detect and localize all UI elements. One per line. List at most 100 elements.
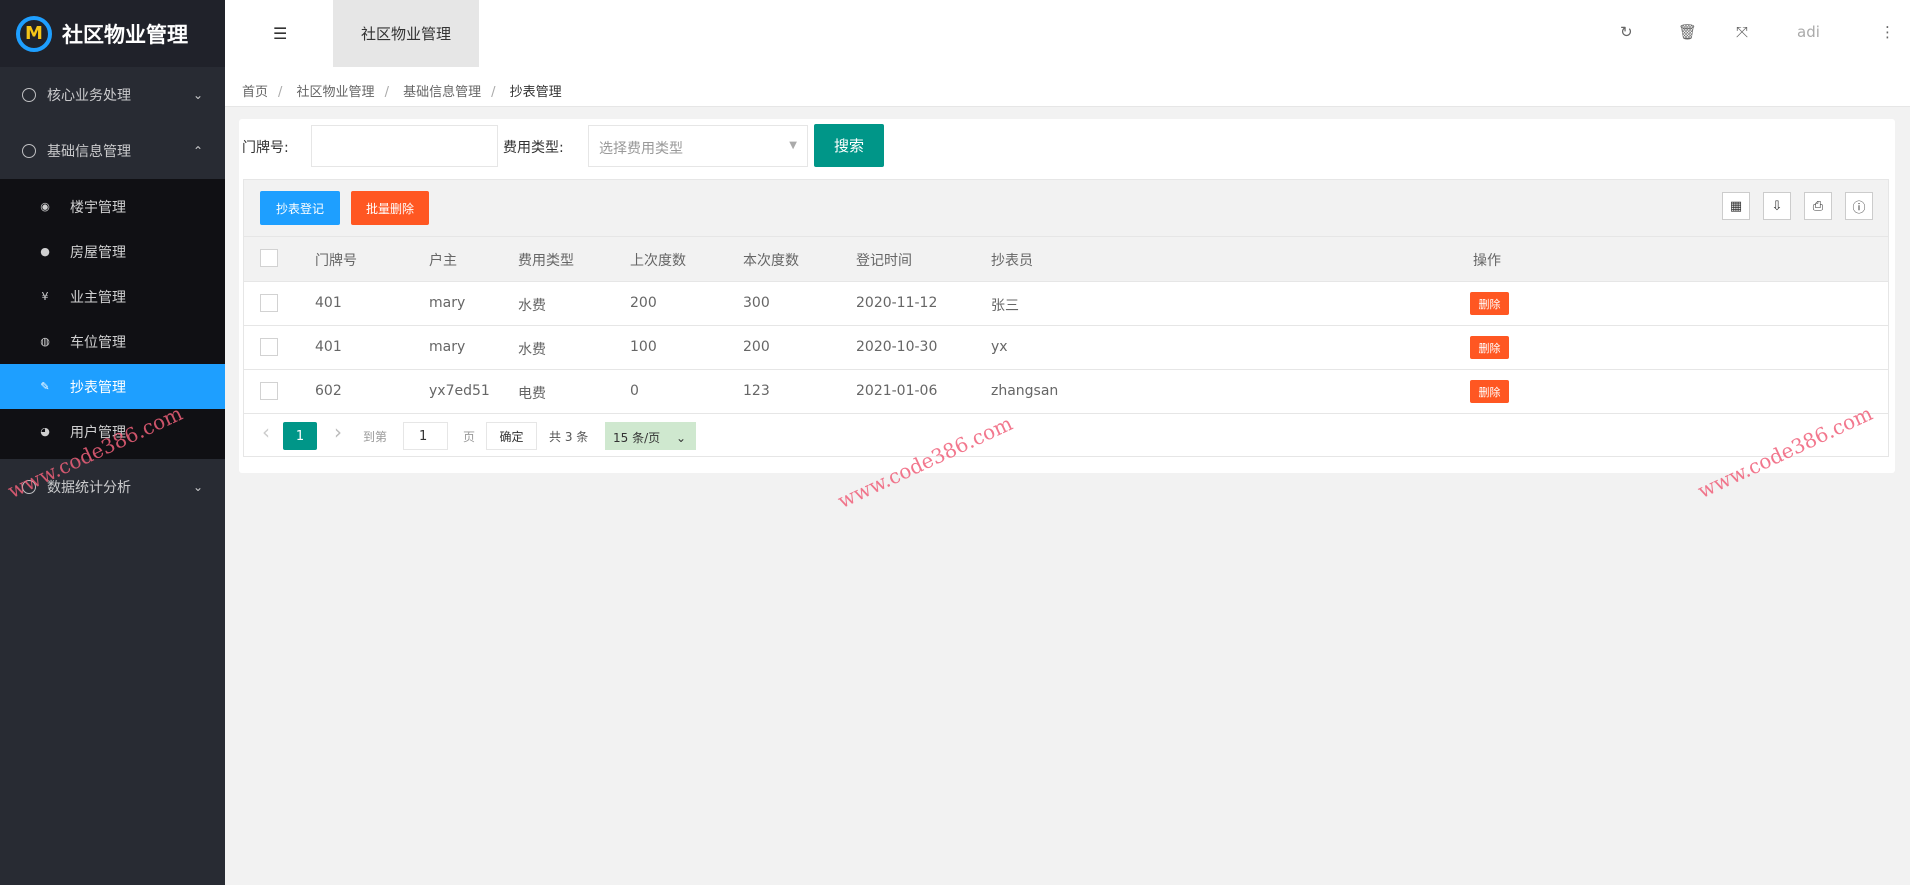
per-page-value: 15 条/页 (613, 431, 661, 445)
breadcrumb-home[interactable]: 首页 (242, 85, 268, 100)
export-icon[interactable]: ⇩ (1763, 192, 1791, 220)
sidebar-item-house[interactable]: ● 房屋管理 (0, 229, 225, 274)
logo-icon: M (16, 15, 52, 52)
header: ☰ 社区物业管理 ↻ 🗑 ⤧ adi ⋮ (225, 0, 1910, 67)
circle-icon (22, 88, 36, 102)
cell-last: 100 (630, 339, 657, 355)
cell-door: 401 (315, 339, 342, 355)
chevron-down-icon: ⌄ (192, 480, 203, 494)
cell-owner: mary (429, 339, 466, 355)
goto-page-input[interactable]: 1 (403, 422, 448, 450)
fee-type-select[interactable]: 选择费用类型 ▼ (588, 125, 808, 167)
circle-icon (22, 144, 36, 158)
refresh-icon[interactable]: ↻ (1620, 23, 1633, 41)
breadcrumb-item[interactable]: 基础信息管理 (403, 85, 481, 100)
pagination: ‹ 1 › 到第 1 页 确定 共 3 条 15 条/页 ⌄ (244, 414, 1888, 458)
cell-reader: zhangsan (991, 383, 1059, 399)
dashboard-icon: ◍ (40, 335, 50, 348)
cell-date: 2020-10-30 (856, 339, 938, 355)
chevron-up-icon: ⌃ (192, 144, 203, 158)
cell-fee: 水费 (518, 298, 546, 314)
separator: / (384, 85, 389, 100)
fee-type-label: 费用类型: (503, 140, 564, 156)
table-row: 401 mary 水费 200 300 2020-11-12 张三 删除 (244, 282, 1888, 326)
row-checkbox[interactable] (260, 338, 278, 356)
nav-label: 车位管理 (70, 334, 126, 351)
select-placeholder: 选择费用类型 (599, 141, 683, 157)
menu-toggle-icon[interactable]: ☰ (273, 24, 287, 43)
data-table: 抄表登记 批量删除 ▦ ⇩ ⎙ ⓘ 门牌号 户主 费用类型 上次度数 本次度数 … (243, 179, 1889, 457)
delete-button[interactable]: 删除 (1470, 380, 1509, 403)
total-count: 共 3 条 (549, 430, 589, 444)
nav-label: 基础信息管理 (47, 144, 131, 160)
nav-group-basic[interactable]: 基础信息管理 ⌃ (0, 123, 225, 179)
row-checkbox[interactable] (260, 294, 278, 312)
fullscreen-icon[interactable]: ⤧ (1736, 23, 1748, 41)
page-1-button[interactable]: 1 (283, 422, 317, 450)
col-current: 本次度数 (743, 253, 799, 269)
caret-down-icon: ▼ (789, 140, 797, 151)
select-all-checkbox[interactable] (260, 249, 278, 267)
row-checkbox[interactable] (260, 382, 278, 400)
logo: M 社区物业管理 (0, 0, 225, 67)
chevron-down-icon: ⌄ (675, 431, 687, 445)
sidebar-item-building[interactable]: ◉ 楼宇管理 (0, 184, 225, 229)
col-last: 上次度数 (630, 253, 686, 269)
print-icon[interactable]: ⎙ (1804, 192, 1832, 220)
submenu: ◉ 楼宇管理 ● 房屋管理 ¥ 业主管理 ◍ 车位管理 ✎ 抄表管理 ◕ 用户管理 (0, 179, 225, 459)
cell-date: 2021-01-06 (856, 383, 938, 399)
cell-door: 401 (315, 295, 342, 311)
search-button[interactable]: 搜索 (814, 124, 884, 167)
breadcrumb-item[interactable]: 社区物业管理 (297, 85, 375, 100)
col-owner: 户主 (429, 253, 457, 269)
target-icon: ◉ (40, 200, 50, 213)
door-label: 门牌号: (242, 140, 289, 156)
separator: / (491, 85, 496, 100)
cell-current: 300 (743, 295, 770, 311)
table-row: 602 yx7ed51 电费 0 123 2021-01-06 zhangsan… (244, 370, 1888, 414)
cell-current: 200 (743, 339, 770, 355)
user-menu[interactable]: adi (1797, 23, 1820, 41)
per-page-select[interactable]: 15 条/页 ⌄ (605, 422, 696, 450)
nav-label: 业主管理 (70, 289, 126, 306)
nav-label: 核心业务处理 (47, 88, 131, 104)
goto-label: 到第 (363, 430, 388, 444)
tab-home[interactable]: 社区物业管理 (333, 0, 479, 67)
trash-icon[interactable]: 🗑 (1678, 23, 1697, 41)
cell-reader: yx (991, 339, 1008, 355)
app-title: 社区物业管理 (62, 22, 188, 47)
table-header: 门牌号 户主 费用类型 上次度数 本次度数 登记时间 抄表员 操作 (244, 237, 1888, 282)
page-unit-label: 页 (463, 430, 476, 444)
content-card: 门牌号: 费用类型: 选择费用类型 ▼ 搜索 抄表登记 批量删除 ▦ ⇩ ⎙ ⓘ … (239, 119, 1895, 473)
goto-confirm-button[interactable]: 确定 (486, 422, 537, 450)
table-row: 401 mary 水费 100 200 2020-10-30 yx 删除 (244, 326, 1888, 370)
cell-reader: 张三 (991, 298, 1019, 314)
next-page-icon[interactable]: › (334, 420, 342, 444)
info-icon[interactable]: ⓘ (1845, 192, 1873, 220)
breadcrumb-current: 抄表管理 (509, 85, 562, 100)
chevron-down-icon: ⌄ (192, 88, 203, 102)
nav-label: 抄表管理 (70, 379, 126, 396)
prev-page-icon[interactable]: ‹ (262, 420, 270, 444)
batch-delete-button[interactable]: 批量删除 (351, 191, 429, 225)
col-date: 登记时间 (856, 253, 912, 269)
cell-fee: 电费 (518, 386, 546, 402)
sidebar-item-parking[interactable]: ◍ 车位管理 (0, 319, 225, 364)
door-input[interactable] (311, 125, 498, 167)
col-reader: 抄表员 (991, 253, 1033, 269)
columns-icon[interactable]: ▦ (1722, 192, 1750, 220)
nav-group-core[interactable]: 核心业务处理 ⌄ (0, 67, 225, 123)
col-fee: 费用类型 (518, 253, 574, 269)
more-icon[interactable]: ⋮ (1880, 23, 1895, 41)
yen-icon: ¥ (41, 290, 49, 303)
cell-current: 123 (743, 383, 770, 399)
cell-last: 200 (630, 295, 657, 311)
cell-door: 602 (315, 383, 342, 399)
cell-fee: 水费 (518, 342, 546, 358)
delete-button[interactable]: 删除 (1470, 292, 1509, 315)
sidebar-item-owner[interactable]: ¥ 业主管理 (0, 274, 225, 319)
sidebar-item-meter[interactable]: ✎ 抄表管理 (0, 364, 225, 409)
delete-button[interactable]: 删除 (1470, 336, 1509, 359)
breadcrumb: 首页 / 社区物业管理 / 基础信息管理 / 抄表管理 (225, 67, 1910, 107)
add-record-button[interactable]: 抄表登记 (260, 191, 340, 225)
